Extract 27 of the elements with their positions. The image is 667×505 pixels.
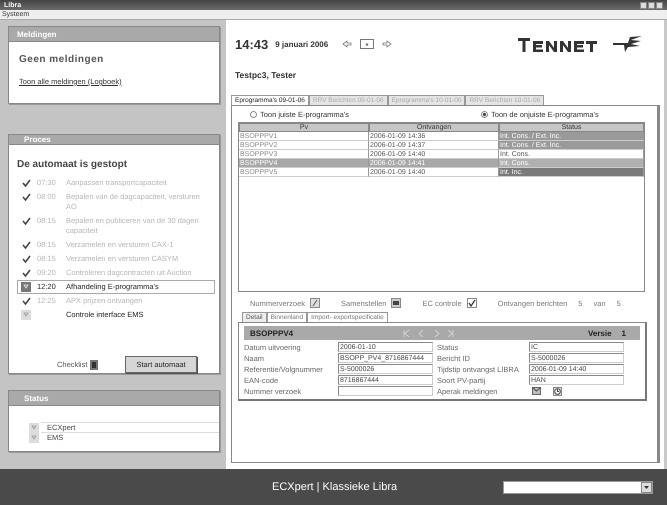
input-field[interactable]: [338, 386, 433, 396]
panel-title: Proces: [9, 135, 219, 145]
status-icon: [29, 422, 39, 432]
maximize-button[interactable]: [648, 2, 655, 8]
message-text: Geen meldingen: [19, 54, 105, 65]
panel-title: Status: [9, 391, 219, 406]
checklist-icon[interactable]: [90, 360, 98, 370]
status-icon: [29, 432, 39, 442]
clock-time: 14:43: [235, 36, 268, 52]
radio-button[interactable]: [250, 111, 257, 118]
version-label: Versie: [588, 328, 612, 338]
clock-icon[interactable]: [553, 386, 562, 396]
minimize-button[interactable]: [640, 2, 647, 8]
detail-title: BSOPPPV4: [250, 328, 294, 338]
arrow-left-icon[interactable]: [342, 40, 352, 48]
checkbox[interactable]: [466, 298, 477, 308]
close-button[interactable]: [656, 2, 663, 8]
dropdown[interactable]: [503, 480, 653, 494]
user-name: Testpc3, Tester: [235, 70, 298, 80]
arrow-right-icon[interactable]: [382, 40, 392, 48]
version-number: 1: [622, 328, 626, 338]
radio-button[interactable]: [480, 111, 488, 118]
panel-title: Meldingen: [9, 27, 219, 42]
mail-icon[interactable]: [532, 386, 541, 394]
process-heading: De automaat is gestopt: [17, 159, 128, 170]
date-text: 9 januari 2006: [275, 40, 328, 48]
footer-text: ECXpert | Klassieke Libra: [272, 481, 398, 493]
